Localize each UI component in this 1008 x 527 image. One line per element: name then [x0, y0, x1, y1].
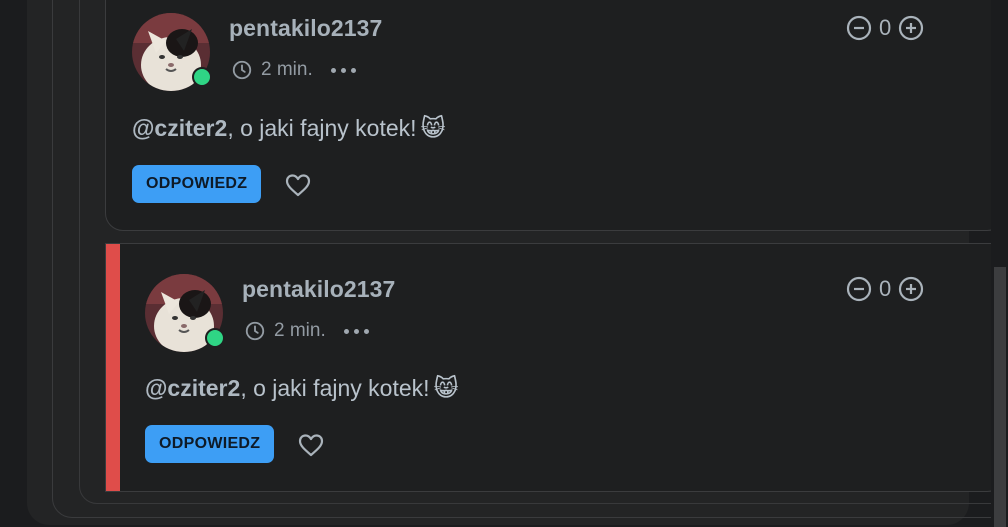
grinning-cat-emoji: 😸 [420, 115, 446, 142]
more-icon[interactable] [330, 67, 356, 73]
comment-time: 2 min. [261, 59, 313, 80]
avatar[interactable] [145, 274, 225, 352]
reply-button[interactable]: ODPOWIEDZ [145, 425, 275, 463]
highlight-bar [106, 244, 120, 491]
comment-meta: 2 min. [231, 59, 356, 81]
upvote-icon[interactable] [898, 276, 924, 302]
online-status-dot [205, 328, 225, 348]
avatar[interactable] [132, 13, 212, 91]
downvote-icon[interactable] [846, 15, 872, 41]
downvote-icon[interactable] [846, 276, 872, 302]
comment-text: , o jaki fajny kotek! [240, 375, 430, 401]
vote-controls: 0 [846, 15, 924, 41]
comment-body: @cziter2, o jaki fajny kotek! 😸 [145, 374, 459, 403]
vote-score: 0 [879, 15, 892, 40]
clock-icon [232, 60, 252, 80]
comment-card-highlighted: pentakilo2137 2 min. 0 @cziter2, o jaki … [105, 243, 1005, 492]
comment-body: @cziter2, o jaki fajny kotek! 😸 [132, 114, 446, 143]
vote-controls: 0 [846, 276, 924, 302]
clock-icon [245, 321, 265, 341]
user-mention[interactable]: @cziter2 [145, 375, 240, 401]
comment-text: , o jaki fajny kotek! [227, 115, 417, 141]
upvote-icon[interactable] [898, 15, 924, 41]
user-mention[interactable]: @cziter2 [132, 115, 227, 141]
comment-time: 2 min. [274, 320, 326, 341]
heart-icon[interactable] [283, 170, 313, 200]
grinning-cat-emoji: 😸 [433, 375, 459, 402]
scrollbar-thumb[interactable] [994, 267, 1006, 527]
vote-score: 0 [879, 276, 892, 301]
more-icon[interactable] [343, 328, 369, 334]
username[interactable]: pentakilo2137 [242, 276, 395, 303]
comment-card: pentakilo2137 2 min. 0 @cziter2, o jaki … [105, 0, 1005, 231]
comment-meta: 2 min. [244, 320, 369, 342]
online-status-dot [192, 67, 212, 87]
username[interactable]: pentakilo2137 [229, 15, 382, 42]
reply-button[interactable]: ODPOWIEDZ [132, 165, 262, 203]
heart-icon[interactable] [296, 430, 326, 460]
